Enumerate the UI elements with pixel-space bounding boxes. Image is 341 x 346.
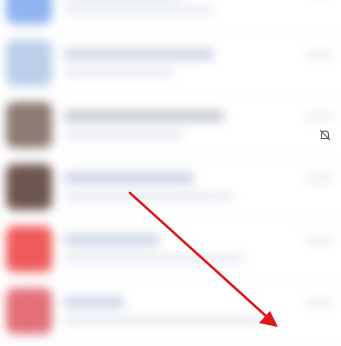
list-item[interactable]	[0, 218, 341, 281]
chat-list-screen	[0, 0, 341, 346]
conversation-preview	[64, 68, 174, 77]
bell-off-icon	[319, 129, 331, 141]
list-item[interactable]	[0, 94, 341, 157]
avatar	[6, 288, 52, 334]
conversation-preview	[64, 254, 244, 263]
conversation-title	[64, 234, 159, 246]
conversation-list	[0, 0, 341, 346]
avatar	[6, 164, 52, 210]
conversation-title	[64, 48, 214, 60]
conversation-time	[305, 236, 333, 245]
avatar	[6, 226, 52, 272]
conversation-preview	[64, 316, 264, 325]
conversation-time	[305, 174, 333, 183]
avatar	[6, 0, 52, 24]
list-item[interactable]	[0, 0, 341, 33]
conversation-time	[305, 298, 333, 307]
conversation-preview	[64, 6, 214, 15]
conversation-title	[64, 172, 194, 184]
avatar	[6, 102, 52, 148]
avatar	[6, 40, 52, 86]
list-item[interactable]	[0, 156, 341, 219]
list-item[interactable]	[0, 32, 341, 95]
conversation-time	[305, 112, 333, 121]
conversation-preview	[64, 192, 234, 201]
conversation-title	[64, 110, 224, 122]
conversation-title	[64, 296, 124, 308]
list-item[interactable]	[0, 280, 341, 343]
conversation-preview	[64, 130, 184, 139]
conversation-time	[305, 50, 333, 59]
